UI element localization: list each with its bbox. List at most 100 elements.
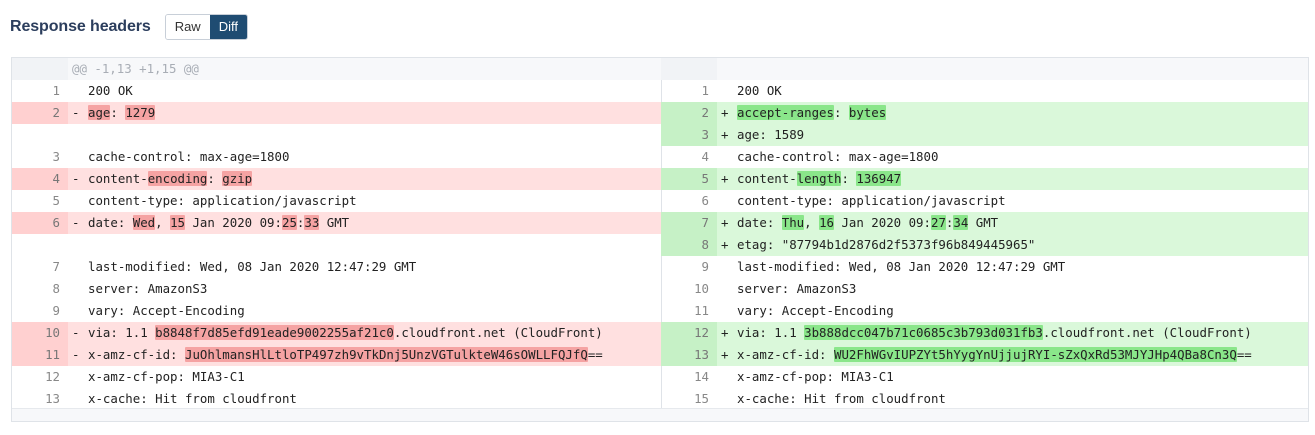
- changed-segment: 3b888dcc047b71c0685c3b793d031fb3: [804, 325, 1043, 340]
- diff-removed-row: 11- x-amz-cf-id: JuOhlmansHlLtloTP497zh9v…: [12, 344, 661, 366]
- diff-added-row: 12 + via: 1.1 3b888dcc047b71c0685c3b793d03…: [661, 322, 1308, 344]
- changed-segment: Wed: [132, 215, 156, 230]
- changed-segment: accept-ranges: [737, 105, 834, 120]
- diff-context-row: 10 server: AmazonS3: [661, 278, 1308, 300]
- raw-view-button[interactable]: Raw: [165, 15, 210, 39]
- changed-segment: Thu: [781, 215, 805, 230]
- diff-footer-bar: [12, 408, 1308, 421]
- text-segment: :: [207, 171, 223, 186]
- line-content: x-cache: Hit from cloudfront: [737, 388, 946, 410]
- changed-segment: WU2FhWGvIUPZYt5hYygYnUjjujRYI-sZxQxRd53M…: [833, 347, 1237, 362]
- line-content: last-modified: Wed, 08 Jan 2020 12:47:29…: [737, 256, 1065, 278]
- diff-pane-new: 1 200 OK 2 + accept-ranges: bytes 3 + age: 1589…: [661, 58, 1308, 421]
- text-segment: ,: [155, 215, 171, 230]
- changed-segment: bytes: [848, 105, 887, 120]
- diff-context-row: 15 x-cache: Hit from cloudfront: [661, 388, 1308, 410]
- text-segment: content-: [88, 171, 148, 186]
- text-segment: age: 1589: [737, 127, 805, 142]
- line-number: 12: [45, 369, 60, 384]
- line-content: vary: Accept-Encoding: [737, 300, 894, 322]
- text-segment: :: [841, 171, 857, 186]
- changed-segment: 15: [170, 215, 185, 230]
- diff-context-row: 4 cache-control: max-age=1800: [661, 146, 1308, 168]
- plus-marker: +: [721, 215, 729, 230]
- diff-pane-old: @@ -1,13 +1,15 @@ 1 200 OK 2- age: 1279 3 cac…: [12, 58, 662, 421]
- line-content: cache-control: max-age=1800: [737, 146, 938, 168]
- changed-segment: b8848f7d85efd91eade9002255af21c0: [155, 325, 394, 340]
- diff-empty-row: [12, 234, 661, 256]
- diff-removed-row: 2- age: 1279: [12, 102, 661, 124]
- line-content: cache-control: max-age=1800: [88, 146, 289, 168]
- text-segment: x-amz-cf-pop: MIA3-C1: [737, 369, 894, 384]
- line-content: content-type: application/javascript: [88, 190, 357, 212]
- line-content: x-amz-cf-pop: MIA3-C1: [88, 366, 245, 388]
- text-segment: 200 OK: [88, 83, 133, 98]
- line-content: last-modified: Wed, 08 Jan 2020 12:47:29…: [88, 256, 416, 278]
- text-segment: 200 OK: [737, 83, 782, 98]
- line-content: age: 1589: [737, 124, 804, 146]
- line-number: 3: [661, 124, 717, 146]
- line-number: [12, 124, 68, 146]
- view-toggle: Raw Diff: [164, 14, 248, 40]
- text-segment: ==: [1236, 347, 1252, 362]
- line-content: vary: Accept-Encoding: [88, 300, 245, 322]
- minus-marker: -: [72, 347, 80, 362]
- line-number: 13: [661, 344, 717, 366]
- diff-context-row: 5 content-type: application/javascript: [12, 190, 661, 212]
- changed-segment: 136947: [856, 171, 902, 186]
- changed-segment: gzip: [222, 171, 253, 186]
- text-segment: vary: Accept-Encoding: [737, 303, 894, 318]
- line-number: 8: [661, 234, 717, 256]
- text-segment: GMT: [319, 215, 350, 230]
- text-segment: ==: [587, 347, 603, 362]
- line-content: date: Thu, 16 Jan 2020 09:27:34 GMT: [737, 212, 998, 234]
- diff-removed-row: 4- content-encoding: gzip: [12, 168, 661, 190]
- diff-empty-row: [12, 124, 661, 146]
- diff-context-row: 13 x-cache: Hit from cloudfront: [12, 388, 661, 410]
- diff-added-row: 3 + age: 1589: [661, 124, 1308, 146]
- changed-segment: 25: [281, 215, 297, 230]
- line-content: accept-ranges: bytes: [737, 102, 887, 124]
- line-number: 9: [52, 303, 60, 318]
- line-content: x-amz-cf-id: JuOhlmansHlLtloTP497zh9vTkD…: [88, 344, 603, 366]
- changed-segment: 34: [953, 215, 969, 230]
- text-segment: date:: [88, 215, 133, 230]
- text-segment: .cloudfront.net (CloudFront): [393, 325, 603, 340]
- changed-segment: 33: [304, 215, 320, 230]
- line-content: via: 1.1 3b888dcc047b71c0685c3b793d031fb…: [737, 322, 1252, 344]
- line-content: server: AmazonS3: [88, 278, 207, 300]
- line-content: content-type: application/javascript: [737, 190, 1006, 212]
- line-content: 200 OK: [88, 80, 133, 102]
- plus-marker: +: [721, 105, 729, 120]
- line-number: 5: [661, 168, 717, 190]
- diff-context-row: 9 last-modified: Wed, 08 Jan 2020 12:47:2…: [661, 256, 1308, 278]
- diff-view-button[interactable]: Diff: [209, 15, 247, 39]
- diff-context-row: 6 content-type: application/javascript: [661, 190, 1308, 212]
- line-content: x-cache: Hit from cloudfront: [88, 388, 297, 410]
- changed-segment: age: [88, 105, 111, 120]
- text-segment: cache-control: max-age=1800: [88, 149, 290, 164]
- text-segment: x-cache: Hit from cloudfront: [737, 391, 946, 406]
- diff-context-row: 8 server: AmazonS3: [12, 278, 661, 300]
- line-content: date: Wed, 15 Jan 2020 09:25:33 GMT: [88, 212, 349, 234]
- text-segment: last-modified: Wed, 08 Jan 2020 12:47:29…: [88, 259, 417, 274]
- text-segment: x-amz-cf-id:: [737, 347, 834, 362]
- plus-marker: +: [721, 127, 729, 142]
- diff-viewer: @@ -1,13 +1,15 @@ 1 200 OK 2- age: 1279 3 cac…: [11, 57, 1309, 422]
- line-number: 15: [694, 391, 709, 406]
- changed-segment: 1279: [125, 105, 156, 120]
- line-number: 7: [661, 212, 717, 234]
- text-segment: :: [833, 105, 849, 120]
- line-number: 4: [701, 149, 709, 164]
- line-number: 11: [694, 303, 709, 318]
- changed-segment: JuOhlmansHlLtloTP497zh9vTkDnj5UnzVGTulkt…: [184, 347, 588, 362]
- line-number: 11: [12, 344, 68, 366]
- text-segment: GMT: [968, 215, 999, 230]
- section-title: Response headers: [10, 18, 151, 35]
- text-segment: date:: [737, 215, 782, 230]
- text-segment: via: 1.1: [88, 325, 156, 340]
- line-number: 1: [52, 83, 60, 98]
- plus-marker: +: [721, 237, 729, 252]
- plus-marker: +: [721, 325, 729, 340]
- line-content: content-length: 136947: [737, 168, 902, 190]
